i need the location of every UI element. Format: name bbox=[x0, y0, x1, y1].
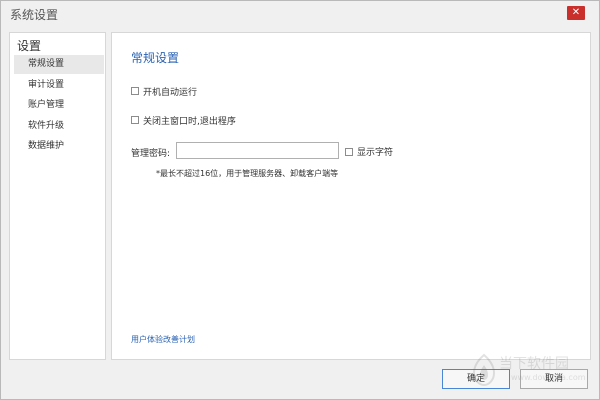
title-bar[interactable]: 系统设置 ✕ bbox=[1, 1, 599, 27]
show-chars-option[interactable]: 显示字符 bbox=[345, 145, 393, 158]
exit-on-close-option[interactable]: 关闭主窗口时,退出程序 bbox=[131, 113, 236, 127]
close-icon: ✕ bbox=[571, 7, 581, 18]
main-panel: 常规设置 开机自动运行 关闭主窗口时,退出程序 管理密码: 显示字符 *最长不超… bbox=[111, 32, 591, 360]
show-chars-checkbox[interactable] bbox=[345, 147, 353, 156]
sidebar-item-audit[interactable]: 审计设置 bbox=[14, 76, 104, 95]
ux-improvement-link[interactable]: 用户体验改善计划 bbox=[131, 334, 195, 345]
sidebar-item-data-maintenance[interactable]: 数据维护 bbox=[14, 137, 104, 156]
sidebar-item-general[interactable]: 常规设置 bbox=[14, 55, 104, 74]
close-button[interactable]: ✕ bbox=[567, 6, 585, 20]
settings-window: 系统设置 ✕ 设置 常规设置 审计设置 账户管理 软件升级 数据维护 常规设置 … bbox=[0, 0, 600, 400]
sidebar-item-upgrade[interactable]: 软件升级 bbox=[14, 117, 104, 136]
sidebar-item-accounts[interactable]: 账户管理 bbox=[14, 96, 104, 115]
exit-on-close-checkbox[interactable] bbox=[131, 116, 139, 124]
auto-start-label: 开机自动运行 bbox=[143, 87, 198, 98]
ok-button[interactable]: 确定 bbox=[442, 369, 510, 389]
exit-on-close-label: 关闭主窗口时,退出程序 bbox=[143, 116, 236, 127]
window-title: 系统设置 bbox=[10, 8, 59, 22]
password-input[interactable] bbox=[176, 142, 339, 159]
password-hint: *最长不超过16位，用于管理服务器、卸载客户端等 bbox=[156, 169, 339, 178]
password-label: 管理密码: bbox=[131, 149, 171, 159]
section-title: 常规设置 bbox=[131, 51, 180, 65]
auto-start-checkbox[interactable] bbox=[131, 87, 139, 95]
auto-start-option[interactable]: 开机自动运行 bbox=[131, 84, 197, 98]
sidebar-heading: 设置 bbox=[17, 39, 42, 53]
show-chars-label: 显示字符 bbox=[357, 148, 394, 158]
sidebar: 设置 常规设置 审计设置 账户管理 软件升级 数据维护 bbox=[9, 32, 106, 360]
cancel-button[interactable]: 取消 bbox=[520, 369, 588, 389]
